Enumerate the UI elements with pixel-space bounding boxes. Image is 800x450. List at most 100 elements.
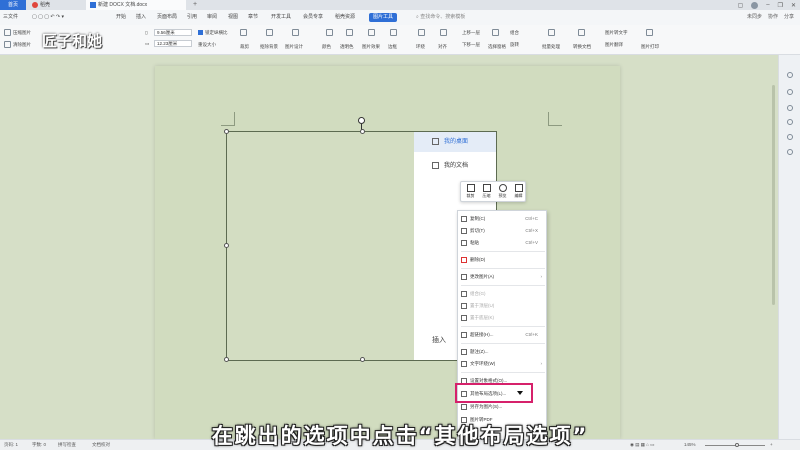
resize-handle-ml[interactable] (224, 243, 229, 248)
search-input[interactable]: ⌕ 查找命令、搜索模板 (416, 13, 472, 22)
menu-picture-tools[interactable]: 图片工具 (369, 13, 398, 22)
context-menu: 复制(C) Ctrl+C 剪切(T) Ctrl+X 粘贴 Ctrl+V 删除(D) 更… (457, 210, 547, 440)
caption-icon (461, 349, 467, 355)
vertical-scrollbar[interactable] (770, 55, 778, 439)
menu-insert[interactable]: 插入 (136, 13, 146, 22)
group-button[interactable]: 组合 (510, 30, 519, 36)
pen-icon[interactable] (787, 72, 793, 78)
bring-forward-button[interactable]: 上移一层 (462, 30, 480, 36)
resize-handle-tl[interactable] (224, 129, 229, 134)
picture-print-button[interactable]: 图片打印 (641, 44, 659, 50)
explorer-item-desktop: 我的桌面 (414, 132, 496, 152)
menu-item-change-picture-label: 更改图片(A) (470, 274, 494, 279)
selection-pane-button[interactable]: 选择窗格 (488, 44, 506, 50)
share-button[interactable]: 分享 (784, 13, 794, 20)
scroll-thumb[interactable] (772, 85, 775, 305)
rotate-button[interactable]: 旋转 (510, 42, 519, 48)
maximize-icon[interactable]: ❐ (778, 2, 783, 9)
lock-ratio-checkbox[interactable] (198, 30, 203, 35)
tab-home[interactable]: 首页 (0, 0, 26, 10)
picture-to-text-button[interactable]: 图片转文字 (605, 30, 628, 36)
compress-picture-button[interactable]: 压缩图片 (13, 30, 31, 36)
close-icon[interactable]: ✕ (791, 2, 796, 9)
menu-item-delete[interactable]: 删除(D) (458, 254, 546, 266)
menu-devtools[interactable]: 开发工具 (271, 13, 291, 22)
menu-member[interactable]: 会员专享 (303, 13, 323, 22)
daoke-icon (32, 1, 38, 8)
align-button[interactable]: 对齐 (438, 44, 447, 50)
submenu-arrow-icon: › (540, 361, 543, 366)
edit-icon[interactable] (787, 119, 793, 125)
explorer-item-desktop-label: 我的桌面 (444, 139, 469, 145)
menu-item-hyperlink[interactable]: 超链接(H)... Ctrl+K (458, 329, 546, 341)
resize-handle-bc[interactable] (360, 357, 365, 362)
rotate-handle[interactable] (358, 117, 365, 124)
crop-button[interactable]: 裁剪 (240, 44, 249, 50)
float-edit-button[interactable]: 编辑 (511, 184, 526, 201)
remove-background-button[interactable]: 抠除背景 (260, 44, 278, 50)
width-label: ▭ (145, 41, 150, 46)
send-backward-button[interactable]: 下移一层 (462, 42, 480, 48)
float-crop-button[interactable]: 裁剪 (463, 184, 478, 201)
crop-icon (240, 29, 247, 36)
shortcut-paste: Ctrl+V (525, 240, 538, 245)
delete-icon (461, 257, 467, 263)
convert-document-button[interactable]: 转换文档 (573, 44, 591, 50)
menu-item-caption[interactable]: 题注(Z)... (458, 346, 546, 358)
menu-separator (461, 268, 545, 269)
height-field[interactable]: 9.56厘米 (154, 29, 192, 36)
layout-icon[interactable]: ▢ (738, 2, 744, 9)
avatar[interactable] (751, 1, 759, 9)
adjust-icon[interactable] (787, 105, 793, 111)
compress-icon (4, 29, 11, 36)
resize-handle-tc[interactable] (360, 129, 365, 134)
sync-status[interactable]: 未同步 (747, 13, 762, 20)
menu-item-bring-to-front-label: 置于顶层(U) (470, 303, 495, 308)
cursor-icon[interactable] (787, 89, 793, 95)
quick-access-icons[interactable]: ▢ ▢ ▢ ↶ ↷ ▾ (32, 13, 64, 22)
collab-button[interactable]: 协作 (768, 13, 778, 20)
tab-document-label: 新建 DOCX 文档.docx (98, 2, 148, 8)
batch-process-button[interactable]: 批量处理 (542, 44, 560, 50)
menu-review[interactable]: 审阅 (207, 13, 217, 22)
new-tab-button[interactable]: + (190, 0, 200, 10)
reset-size-button[interactable]: 重设大小 (198, 42, 216, 48)
border-button[interactable]: 边框 (388, 44, 397, 50)
menu-page-layout[interactable]: 页面布局 (157, 13, 177, 22)
float-preview-button[interactable]: 预览 (495, 184, 510, 201)
menu-reference[interactable]: 引用 (187, 13, 197, 22)
picture-design-button[interactable]: 图片设计 (285, 44, 303, 50)
margin-mark-top-right (548, 112, 562, 126)
menu-item-paste[interactable]: 粘贴 Ctrl+V (458, 237, 546, 249)
menu-file[interactable]: 三文件 (3, 13, 18, 22)
cut-icon (461, 228, 467, 234)
color-button[interactable]: 颜色 (322, 44, 331, 50)
width-field[interactable]: 12.23厘米 (154, 40, 192, 47)
height-label: ▯ (145, 30, 148, 35)
shortcut-copy: Ctrl+C (525, 216, 538, 221)
menu-view[interactable]: 视图 (228, 13, 238, 22)
minimize-icon[interactable]: – (766, 2, 769, 8)
picture-float-toolbar: 裁剪 压缩 预览 编辑 (460, 181, 526, 202)
menu-item-text-wrap[interactable]: 文字环绕(W) › (458, 358, 546, 370)
picture-translate-button[interactable]: 图片翻译 (605, 42, 623, 48)
layer-icon[interactable] (787, 134, 793, 140)
clear-picture-button[interactable]: 清除图片 (13, 42, 31, 48)
transparent-color-button[interactable]: 透明色 (340, 44, 354, 50)
menu-section[interactable]: 章节 (248, 13, 258, 22)
float-compress-button[interactable]: 压缩 (479, 184, 494, 201)
menu-item-copy[interactable]: 复制(C) Ctrl+C (458, 213, 546, 225)
tab-daoke[interactable]: 稻壳 (28, 0, 80, 10)
menu-start[interactable]: 开始 (116, 13, 126, 22)
settings-icon[interactable] (787, 149, 793, 155)
wrap-button[interactable]: 环绕 (416, 44, 425, 50)
menu-item-cut[interactable]: 剪切(T) Ctrl+X (458, 225, 546, 237)
resize-handle-bl[interactable] (224, 357, 229, 362)
menu-item-group: 组合(G) (458, 288, 546, 300)
menu-item-change-picture[interactable]: 更改图片(A) › (458, 271, 546, 283)
menu-daoke-resources[interactable]: 稻壳资源 (335, 13, 355, 22)
submenu-arrow-icon: › (540, 274, 543, 279)
tab-document[interactable]: 新建 DOCX 文档.docx (86, 0, 186, 10)
remove-background-icon (266, 29, 273, 36)
picture-effect-button[interactable]: 图片效果 (362, 44, 380, 50)
